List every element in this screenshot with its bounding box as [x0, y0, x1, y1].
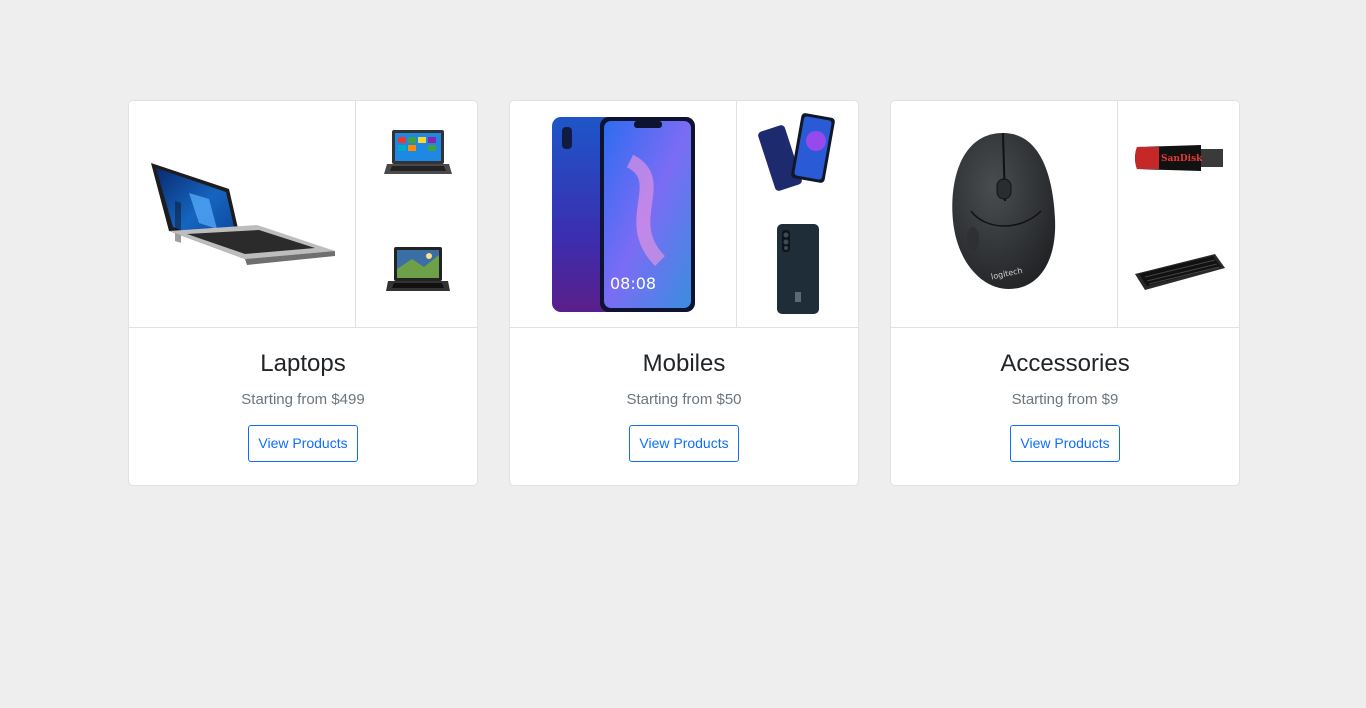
smartphone-image: 08:08 — [510, 101, 737, 327]
card-images — [129, 101, 477, 328]
card-mobiles: 08:08 Mobiles Starting from $50 View Pro… — [509, 100, 859, 486]
laptop-image — [129, 101, 356, 327]
card-body: Mobiles Starting from $50 View Products — [510, 328, 858, 485]
phone-clock-text: 08:08 — [610, 274, 656, 293]
view-products-button[interactable]: View Products — [629, 425, 739, 462]
usb-brand-text: SanDisk — [1161, 154, 1203, 164]
mouse-image: logitech — [891, 101, 1118, 327]
smartphone-back-image — [776, 223, 819, 314]
price-text: Starting from $499 — [241, 391, 365, 408]
smartphone-pair-image — [757, 113, 835, 192]
card-body: Laptops Starting from $499 View Products — [129, 328, 477, 485]
side-images — [356, 101, 477, 327]
laptop-small-image — [385, 246, 450, 291]
card-accessories: logitech SanDisk Accessories Starting fr… — [890, 100, 1240, 486]
laptop-small-image — [383, 129, 452, 174]
card-body: Accessories Starting from $9 View Produc… — [891, 328, 1239, 485]
card-title: Accessories — [1000, 350, 1130, 377]
card-images: logitech SanDisk — [891, 101, 1239, 328]
view-products-button[interactable]: View Products — [248, 425, 358, 462]
side-images: SanDisk — [1118, 101, 1239, 327]
category-cards: Laptops Starting from $499 View Products — [128, 100, 1240, 486]
card-laptops: Laptops Starting from $499 View Products — [128, 100, 478, 486]
usb-drive-image: SanDisk — [1134, 144, 1223, 171]
card-images: 08:08 — [510, 101, 858, 328]
price-text: Starting from $50 — [626, 391, 742, 408]
side-images — [737, 101, 858, 327]
card-title: Mobiles — [642, 350, 726, 377]
card-title: Laptops — [260, 350, 346, 377]
view-products-button[interactable]: View Products — [1010, 425, 1120, 462]
price-text: Starting from $9 — [1011, 391, 1119, 408]
keyboard-image — [1134, 253, 1225, 290]
